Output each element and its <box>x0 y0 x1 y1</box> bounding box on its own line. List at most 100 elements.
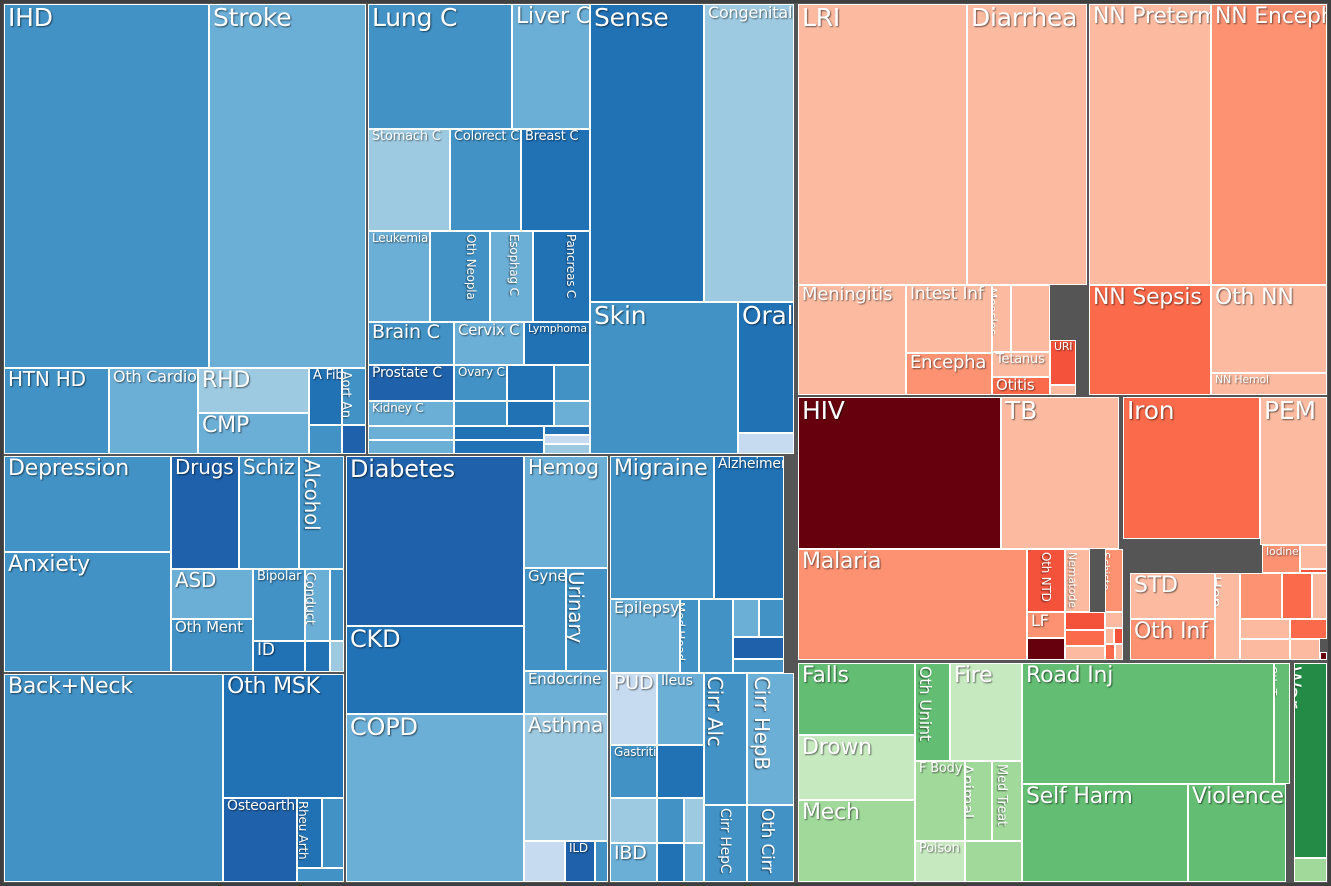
treemap-tile-unlabeled-33[interactable] <box>454 440 544 454</box>
treemap-tile-hep[interactable]: Hep <box>1215 573 1240 660</box>
treemap-tile-unlabeled-31[interactable] <box>368 440 454 454</box>
treemap-tile-unlabeled-7[interactable] <box>309 425 342 454</box>
treemap-tile-gyne[interactable]: Gyne <box>524 568 566 671</box>
treemap-tile-meningitis[interactable]: Meningitis <box>798 285 906 395</box>
treemap-tile-unlabeled-84[interactable] <box>657 745 704 798</box>
treemap-tile-lymphoma[interactable]: Lymphoma <box>524 322 590 365</box>
treemap-tile-oth-cardio[interactable]: Oth Cardio <box>109 368 198 454</box>
treemap-tile-unlabeled-116[interactable] <box>1027 638 1065 660</box>
treemap-tile-alcohol[interactable]: Alcohol <box>299 456 344 569</box>
treemap-tile-unlabeled-29[interactable] <box>554 401 590 426</box>
treemap-tile-cirr-alc[interactable]: Cirr Alc <box>704 673 747 805</box>
treemap-tile-diarrhea[interactable]: Diarrhea <box>967 4 1087 285</box>
treemap-tile-unlabeled-27[interactable] <box>454 401 507 426</box>
treemap-tile-falls[interactable]: Falls <box>798 663 915 735</box>
treemap-tile-cervix-c[interactable]: Cervix C <box>454 322 524 365</box>
treemap-tile-unlabeled-152[interactable] <box>965 841 1022 882</box>
treemap-tile-unlabeled-103[interactable] <box>1011 285 1050 352</box>
treemap-tile-rheu-arth[interactable]: Rheu Arth <box>297 798 322 868</box>
treemap-tile-skin[interactable]: Skin <box>590 302 738 454</box>
treemap-tile-depression[interactable]: Depression <box>4 456 171 552</box>
treemap-tile-copd[interactable]: COPD <box>346 714 524 882</box>
treemap-tile-diabetes[interactable]: Diabetes <box>346 456 524 626</box>
treemap-tile-unlabeled-89[interactable] <box>684 798 704 843</box>
treemap-tile-conduct[interactable]: Conduct <box>305 569 330 641</box>
treemap-tile-hiv[interactable]: HIV <box>798 397 1001 549</box>
treemap-tile-animal[interactable]: Animal <box>965 761 992 841</box>
treemap-tile-oth-ntd[interactable]: Oth NTD <box>1027 549 1065 612</box>
treemap-tile-ibd[interactable]: IBD <box>610 843 657 882</box>
treemap-tile-kidney-c[interactable]: Kidney C <box>368 401 454 426</box>
treemap-tile-oth-inf[interactable]: Oth Inf <box>1130 619 1215 660</box>
treemap-tile-oth-cirr[interactable]: Oth Cirr <box>747 805 794 882</box>
treemap-tile-tb[interactable]: TB <box>1001 397 1119 549</box>
treemap-tile-intest-inf[interactable]: Intest Inf <box>906 285 992 353</box>
treemap-tile-unlabeled-30[interactable] <box>368 426 454 440</box>
treemap-tile-med-head[interactable]: Med Head <box>680 599 699 673</box>
treemap-tile-sense[interactable]: Sense <box>590 4 704 302</box>
treemap-tile-oth-trans[interactable]: Oth Trans <box>1274 663 1290 784</box>
treemap-tile-breast-c[interactable]: Breast C <box>521 129 590 231</box>
treemap-tile-pud[interactable]: PUD <box>610 673 657 745</box>
treemap-tile-fire[interactable]: Fire <box>950 663 1022 761</box>
treemap-tile-unlabeled-41[interactable] <box>738 433 794 454</box>
treemap-tile-unlabeled-136[interactable] <box>1282 573 1312 619</box>
treemap-tile-leukemia[interactable]: Leukemia <box>368 231 430 322</box>
treemap-tile-unlabeled-90[interactable] <box>684 843 704 882</box>
treemap-tile-brain-c[interactable]: Brain C <box>368 322 454 365</box>
treemap-tile-htn-hd[interactable]: HTN HD <box>4 368 109 454</box>
treemap-tile-id[interactable]: ID <box>253 641 305 672</box>
treemap-tile-migraine[interactable]: Migraine <box>610 456 714 599</box>
treemap-tile-unlabeled-79[interactable] <box>733 637 784 659</box>
treemap-tile-unlabeled-140[interactable] <box>1240 639 1290 660</box>
treemap-tile-unlabeled-24[interactable] <box>507 365 554 401</box>
treemap-tile-asd[interactable]: ASD <box>171 569 253 619</box>
treemap-tile-esophag-c[interactable]: Esophag C <box>490 231 533 322</box>
treemap-tile-malaria[interactable]: Malaria <box>798 549 1027 660</box>
treemap-tile-unlabeled-120[interactable] <box>1065 646 1105 660</box>
treemap-tile-unlabeled-137[interactable] <box>1312 573 1327 619</box>
treemap-tile-alzheimer[interactable]: Alzheimer <box>714 456 784 599</box>
treemap-tile-nematode[interactable]: Nematode <box>1065 549 1090 612</box>
treemap-tile-ihd[interactable]: IHD <box>4 4 209 368</box>
treemap-tile-oral[interactable]: Oral <box>738 302 794 433</box>
treemap-tile-unlabeled-139[interactable] <box>1290 619 1327 639</box>
treemap-tile-unlabeled-76[interactable] <box>699 599 733 673</box>
treemap-tile-nn-hemol[interactable]: NN Hemol <box>1211 373 1327 395</box>
treemap-tile-hemog[interactable]: Hemog <box>524 456 608 568</box>
treemap-tile-unlabeled-138[interactable] <box>1240 619 1290 639</box>
treemap-tile-oth-ment[interactable]: Oth Ment <box>171 619 253 672</box>
treemap-tile-uri[interactable]: URI <box>1050 340 1076 385</box>
treemap-tile-unlabeled-9[interactable] <box>342 425 366 454</box>
treemap-tile-f-body[interactable]: F Body <box>915 761 965 841</box>
treemap-tile-unlabeled-88[interactable] <box>657 843 684 882</box>
treemap-tile-unlabeled-32[interactable] <box>454 426 544 440</box>
treemap-tile-anxiety[interactable]: Anxiety <box>4 552 171 672</box>
treemap-tile-unlabeled-34[interactable] <box>544 426 590 435</box>
treemap-tile-urinary[interactable]: Urinary <box>566 568 608 671</box>
treemap-tile-unlabeled-71[interactable] <box>595 841 608 882</box>
treemap-tile-aort-an[interactable]: Aort An <box>342 368 366 425</box>
treemap-tile-unlabeled-130[interactable] <box>1300 545 1327 569</box>
treemap-tile-back-neck[interactable]: Back+Neck <box>4 674 223 882</box>
treemap-tile-unlabeled-141[interactable] <box>1290 639 1320 660</box>
treemap-tile-endocrine[interactable]: Endocrine <box>524 671 608 714</box>
treemap-tile-unlabeled-124[interactable] <box>1114 628 1123 644</box>
treemap-tile-nn-preterm[interactable]: NN Preterm <box>1089 4 1211 285</box>
treemap-tile-unlabeled-78[interactable] <box>759 599 784 637</box>
treemap-tile-unlabeled-122[interactable] <box>1105 612 1123 628</box>
treemap-tile-unlabeled-25[interactable] <box>554 365 590 401</box>
treemap-tile-unlabeled-85[interactable] <box>610 798 657 843</box>
treemap-tile-unlabeled-53[interactable] <box>330 569 344 641</box>
treemap-tile-bipolar[interactable]: Bipolar <box>253 569 305 641</box>
treemap-tile-unlabeled-125[interactable] <box>1105 644 1115 660</box>
treemap-tile-gastritis[interactable]: Gastritis <box>610 745 657 798</box>
treemap-tile-unlabeled-135[interactable] <box>1240 573 1282 619</box>
treemap-tile-schiz[interactable]: Schiz <box>239 456 299 569</box>
treemap-tile-ovary-c[interactable]: Ovary C <box>454 365 507 401</box>
treemap-tile-unlabeled-118[interactable] <box>1065 612 1105 630</box>
treemap-tile-encepha[interactable]: Encepha <box>906 353 992 395</box>
treemap-tile-self-harm[interactable]: Self Harm <box>1022 784 1188 882</box>
treemap-tile-unlabeled-60[interactable] <box>322 798 344 868</box>
treemap-tile-congenital[interactable]: Congenital <box>704 4 794 302</box>
